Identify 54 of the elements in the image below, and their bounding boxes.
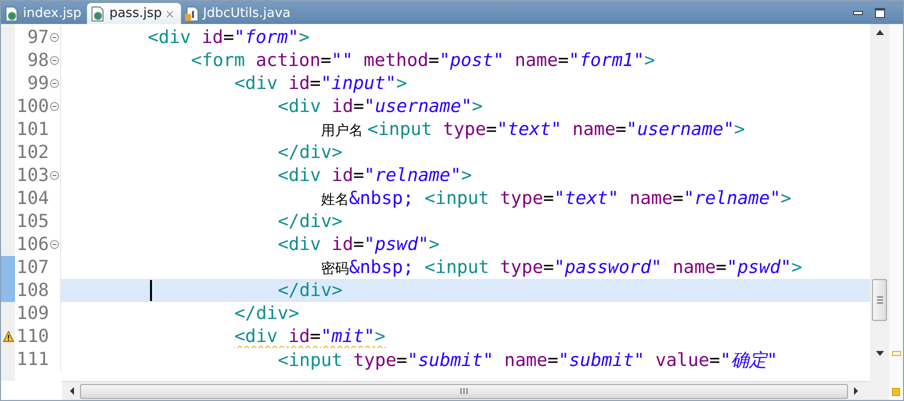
line-number: 102 — [15, 142, 49, 163]
line-number: 98 — [26, 50, 49, 71]
vertical-scrollbar-thumb[interactable] — [872, 279, 887, 321]
file-tab[interactable]: index.jsp — [1, 3, 88, 24]
minimize-icon[interactable] — [853, 10, 863, 16]
text-cursor — [150, 280, 152, 301]
code-line: <form action="" method="post" name="form1"> — [191, 50, 655, 71]
collapse-icon[interactable] — [50, 102, 59, 111]
code-line: <div id="mit"> — [234, 326, 386, 347]
code-line: </div> — [278, 211, 342, 232]
code-line: <div id="form"> — [148, 27, 310, 48]
line-number: 104 — [15, 188, 49, 209]
file-tab[interactable]: JdbcUtils.java — [180, 3, 296, 24]
java-file-icon — [184, 6, 200, 22]
code-line: </div> — [278, 142, 342, 163]
collapse-icon[interactable] — [50, 33, 59, 42]
code-line: </div> — [234, 303, 300, 324]
line-number: 110 — [15, 326, 49, 347]
line-number: 100 — [15, 96, 49, 117]
line-number: 107 — [15, 257, 49, 278]
code-line: 姓名&nbsp; <input type="text" name="relname"> — [321, 188, 792, 209]
line-number: 97 — [26, 27, 49, 48]
code-line: 用户名 <input type="text" name="username"> — [321, 119, 745, 140]
maximize-icon[interactable] — [875, 8, 885, 18]
line-number: 111 — [15, 349, 49, 370]
close-icon[interactable]: × — [164, 6, 175, 20]
line-number: 109 — [15, 303, 49, 324]
code-line: <div id="username"> — [278, 96, 483, 117]
scroll-left-icon[interactable] — [68, 387, 76, 395]
file-tab[interactable]: pass.jsp × — [87, 3, 181, 24]
code-line: <input type="submit" name="submit" value="确定" — [278, 348, 778, 372]
code-line: 密码&nbsp; <input type="password" name="pswd"> — [321, 257, 802, 278]
code-line: <div id="input"> — [234, 73, 408, 94]
collapse-icon[interactable] — [50, 240, 59, 249]
collapse-icon[interactable] — [50, 171, 59, 180]
warning-icon — [2, 331, 14, 342]
collapse-icon[interactable] — [50, 56, 59, 65]
line-number: 108 — [15, 280, 49, 301]
code-line: <div id="pswd"> — [278, 234, 440, 255]
line-number: 101 — [15, 119, 49, 140]
horizontal-scrollbar-thumb[interactable] — [80, 384, 848, 398]
code-line: <div id="relname"> — [278, 165, 472, 186]
scroll-up-icon[interactable] — [876, 30, 884, 35]
line-number: 103 — [15, 165, 49, 186]
collapse-icon[interactable] — [50, 79, 59, 88]
scroll-right-icon[interactable] — [852, 387, 860, 395]
warning-marker-icon[interactable] — [892, 351, 900, 356]
scroll-down-icon[interactable] — [876, 351, 884, 356]
line-number: 106 — [15, 234, 49, 255]
line-number: 105 — [15, 211, 49, 232]
file-icon — [4, 6, 20, 22]
line-number: 99 — [26, 73, 49, 94]
file-icon — [90, 6, 106, 22]
code-line: </div> — [278, 280, 342, 301]
